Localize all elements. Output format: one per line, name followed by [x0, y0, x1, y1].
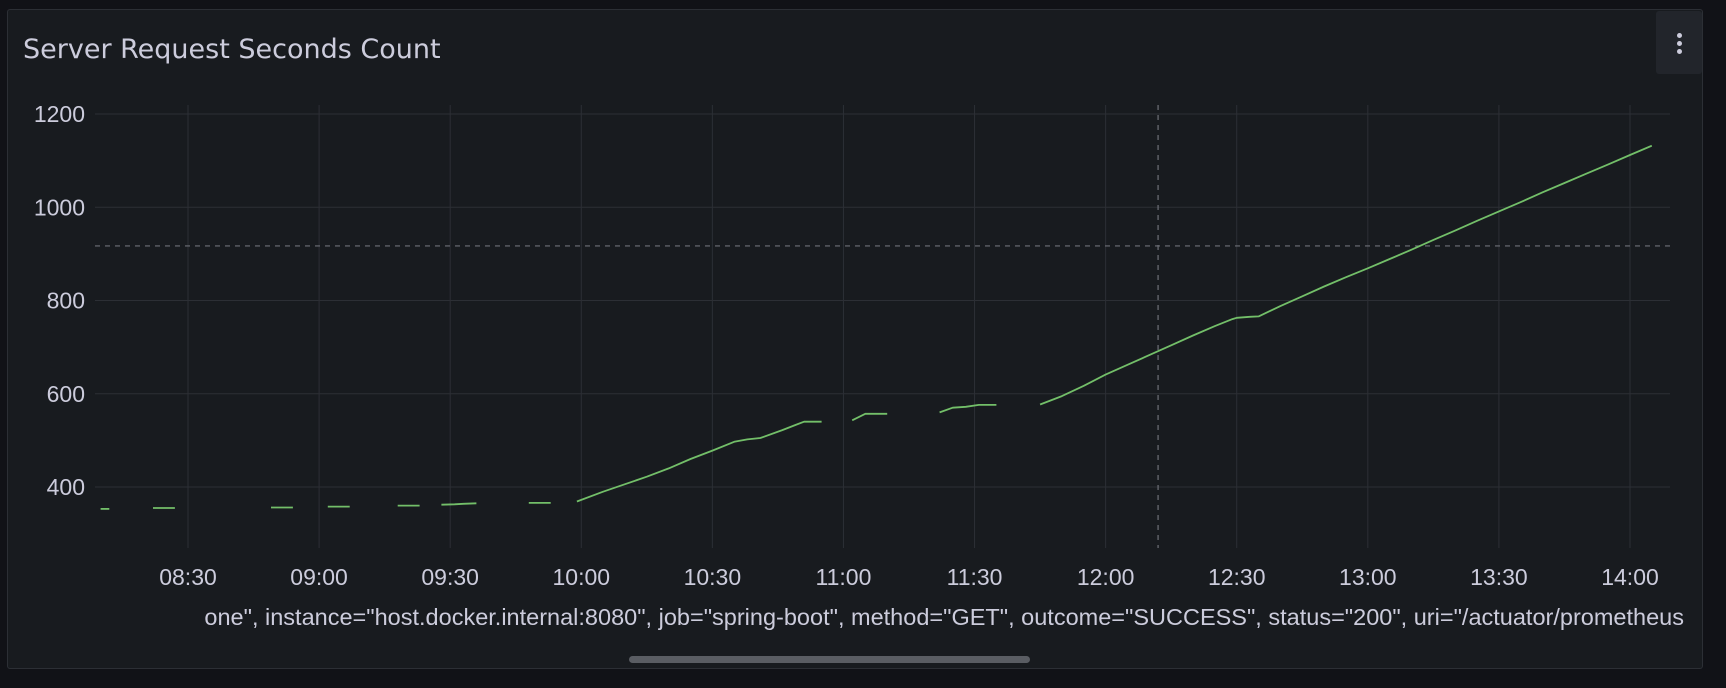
y-tick-label: 1200	[34, 101, 85, 127]
x-tick-label: 08:30	[159, 564, 217, 590]
series-line-segment	[851, 412, 888, 422]
x-tick-label: 09:00	[290, 564, 348, 590]
legend-scrollbar[interactable]	[629, 656, 1030, 663]
series-line-segment	[939, 404, 997, 414]
legend: one", instance="host.docker.internal:808…	[14, 604, 1684, 638]
x-tick-label: 11:00	[816, 564, 872, 590]
series-line-segment	[1039, 144, 1653, 406]
series-line-segment	[441, 502, 477, 506]
y-tick-label: 1000	[34, 194, 85, 220]
x-tick-label: 10:00	[552, 564, 610, 590]
x-tick-label: 13:00	[1339, 564, 1397, 590]
x-tick-label: 09:30	[421, 564, 479, 590]
x-tick-label: 14:00	[1601, 564, 1659, 590]
y-tick-label: 800	[47, 288, 85, 314]
series-line-segment	[576, 420, 822, 503]
x-tick-label: 10:30	[684, 564, 742, 590]
x-tick-label: 12:00	[1077, 564, 1135, 590]
x-tick-label: 12:30	[1208, 564, 1266, 590]
x-tick-label: 11:30	[947, 564, 1003, 590]
line-chart[interactable]: 400 600 800 1000 1200 08:30 09:00 09:30 10:00 10:…	[0, 0, 1726, 688]
legend-series-label[interactable]: one", instance="host.docker.internal:808…	[204, 604, 1684, 631]
x-tick-label: 13:30	[1470, 564, 1528, 590]
y-tick-label: 400	[47, 474, 85, 500]
y-tick-label: 600	[47, 381, 85, 407]
